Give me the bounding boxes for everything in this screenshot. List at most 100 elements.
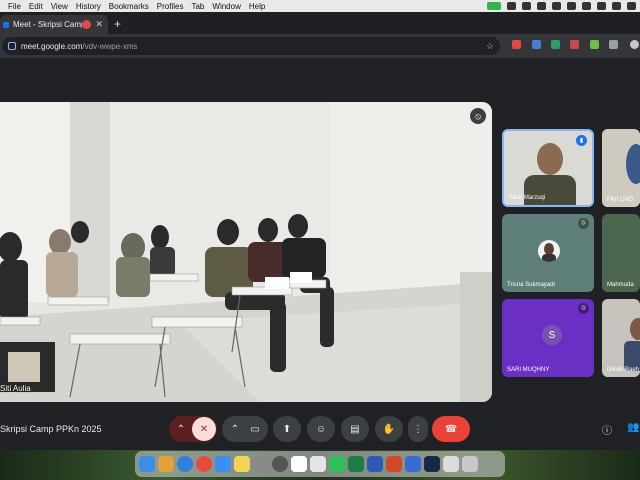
present-icon: ⬆ [282, 423, 292, 435]
finder-icon[interactable] [139, 456, 155, 472]
menu-file[interactable]: File [6, 2, 27, 11]
whatsapp-icon[interactable] [329, 456, 345, 472]
more-options-button[interactable]: ⋮ [408, 416, 428, 442]
notes-icon[interactable] [234, 456, 250, 472]
participant-avatar [538, 240, 560, 262]
photos-icon[interactable] [253, 456, 269, 472]
extension-lime-icon[interactable] [590, 40, 599, 49]
control-center-icon[interactable] [627, 2, 636, 10]
participant-name: Mahmuda [607, 282, 634, 288]
meet-favicon-icon [3, 21, 9, 28]
participant-tile[interactable]: Fikri IJAD [602, 129, 640, 207]
status-tray [487, 0, 636, 12]
url-path: /vdv-wwpe-xms [82, 41, 138, 51]
new-tab-icon[interactable]: + [114, 17, 121, 31]
reminders-icon[interactable] [310, 456, 326, 472]
chrome-icon[interactable] [196, 456, 212, 472]
profile-avatar[interactable] [630, 40, 639, 49]
facetime-camera-icon[interactable] [487, 2, 501, 10]
site-info-icon[interactable] [8, 42, 16, 50]
word-icon[interactable] [367, 456, 383, 472]
app-icon[interactable] [424, 456, 440, 472]
menu-view[interactable]: View [49, 2, 74, 11]
leave-call-button[interactable]: ☎ [432, 416, 470, 442]
participant-name: SARI MUQHNY [507, 367, 550, 373]
mac-dock [135, 451, 505, 477]
menu-edit[interactable]: Edit [27, 2, 49, 11]
tab-recording-icon[interactable] [82, 20, 92, 29]
mac-menubar: File Edit View History Bookmarks Profile… [0, 0, 640, 12]
safari-icon[interactable] [177, 456, 193, 472]
mic-options-chevron-icon[interactable]: ⌃ [170, 424, 192, 435]
meeting-info-icon[interactable]: ⓘ [602, 422, 612, 437]
participant-tile[interactable]: ▮ Yasir Marzuqi [502, 129, 594, 207]
sync-icon[interactable] [507, 2, 516, 10]
github-icon[interactable] [522, 2, 531, 10]
excel-icon[interactable] [348, 456, 364, 472]
menu-tab[interactable]: Tab [189, 2, 210, 11]
menu-history[interactable]: History [74, 2, 107, 11]
participant-name: Trisna Sukmayadi [507, 282, 555, 288]
main-speaker-video[interactable]: ⦸ [0, 102, 492, 402]
camera-icon[interactable]: ▭ [245, 424, 265, 435]
mic-control[interactable]: ⌃ ✕ [169, 416, 217, 442]
extension-blue-icon[interactable] [532, 40, 541, 49]
cloud-icon[interactable] [567, 2, 576, 10]
search-icon[interactable] [612, 2, 621, 10]
meet-stage: ⦸ Siti Aulia ▮ Yasir Marzuqi Fikri IJAD … [0, 58, 640, 450]
address-bar[interactable]: meet.google.com /vdv-wwpe-xms ☆ [2, 37, 500, 55]
participant-tile[interactable]: Mahmuda [602, 214, 640, 292]
reactions-button[interactable]: ☺ [307, 416, 335, 442]
captions-button[interactable]: ▤ [341, 416, 369, 442]
menu-bookmarks[interactable]: Bookmarks [107, 2, 155, 11]
powerpoint-icon[interactable] [386, 456, 402, 472]
participant-tile[interactable]: Dikdik Baeh [602, 299, 640, 377]
participant-name: Fikri IJAD [607, 197, 633, 203]
zoom-icon[interactable] [405, 456, 421, 472]
url-host: meet.google.com [21, 41, 83, 51]
participant-video [602, 129, 640, 207]
mic-off-icon: ⦸ [578, 218, 589, 229]
close-tab-icon[interactable]: ✕ [95, 19, 103, 30]
mail-icon[interactable] [215, 456, 231, 472]
camera-options-chevron-icon[interactable]: ⌃ [225, 424, 245, 435]
speaking-indicator-icon: ▮ [576, 135, 587, 146]
end-call-icon: ☎ [444, 423, 458, 435]
main-speaker-name: Siti Aulia [0, 384, 31, 393]
extension-green-icon[interactable] [551, 40, 560, 49]
tab-meet[interactable]: Meet - Skripsi Camp PPKn ✕ [0, 15, 108, 34]
classroom-scene [0, 102, 492, 402]
discord-icon[interactable] [552, 2, 561, 10]
wifi-icon[interactable] [597, 2, 606, 10]
participant-tile[interactable]: S ⦸ SARI MUQHNY [502, 299, 594, 377]
meeting-title: Skripsi Camp PPKn 2025 [0, 424, 102, 434]
settings-icon[interactable] [272, 456, 288, 472]
speaker-mic-off-icon[interactable]: ⦸ [470, 108, 486, 124]
camera-control[interactable]: ⌃ ▭ [222, 416, 268, 442]
extensions-puzzle-icon[interactable] [609, 40, 618, 49]
bookmark-star-icon[interactable]: ☆ [486, 41, 494, 52]
participant-initial-avatar: S [542, 325, 562, 345]
menu-profiles[interactable]: Profiles [155, 2, 190, 11]
extension-m-icon[interactable] [512, 40, 521, 49]
downloads-icon[interactable] [443, 456, 459, 472]
browser-toolbar: meet.google.com /vdv-wwpe-xms ☆ [0, 34, 640, 58]
people-icon[interactable]: 👥 [627, 422, 639, 433]
tab-title: Meet - Skripsi Camp PPKn [13, 20, 82, 29]
launchpad-icon[interactable] [158, 456, 174, 472]
more-vert-icon: ⋮ [413, 423, 423, 435]
battery-icon[interactable] [582, 2, 591, 10]
chatgpt-icon[interactable] [537, 2, 546, 10]
calendar-icon[interactable] [291, 456, 307, 472]
menu-window[interactable]: Window [210, 2, 246, 11]
trash-icon[interactable] [462, 456, 478, 472]
participant-name: Dikdik Baeh [607, 367, 640, 373]
mic-off-button[interactable]: ✕ [192, 417, 216, 441]
participant-tile[interactable]: ⦸ Trisna Sukmayadi [502, 214, 594, 292]
menu-help[interactable]: Help [247, 2, 271, 11]
extension-red-icon[interactable] [570, 40, 579, 49]
raise-hand-button[interactable]: ✋ [375, 416, 403, 442]
hand-icon: ✋ [382, 423, 396, 435]
present-screen-button[interactable]: ⬆ [273, 416, 301, 442]
participant-name: Yasir Marzuqi [509, 195, 546, 201]
